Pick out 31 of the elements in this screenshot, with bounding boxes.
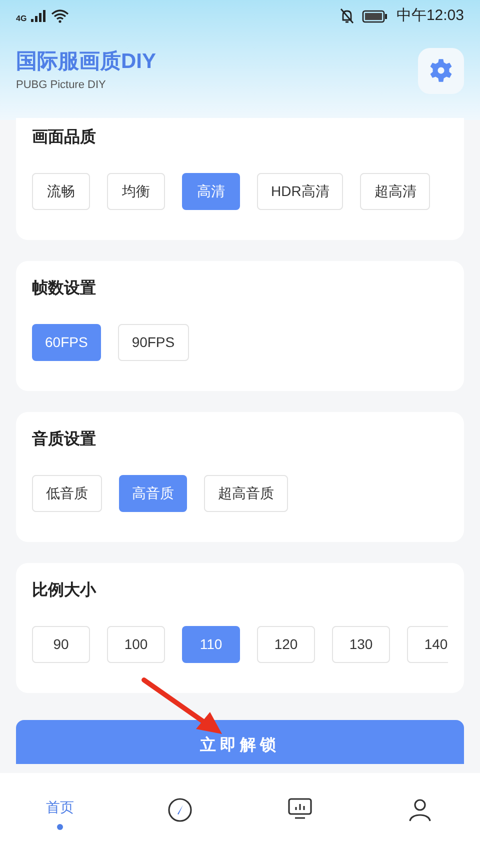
option-chip[interactable]: 超高清 <box>360 173 430 210</box>
settings-icon <box>428 58 454 84</box>
tab-label: 首页 <box>46 798 74 817</box>
compass-icon <box>167 797 193 823</box>
option-chip[interactable]: 140 <box>407 626 448 663</box>
option-chip[interactable]: 130 <box>332 626 390 663</box>
option-chip[interactable]: 90FPS <box>118 324 189 361</box>
monitor-chart-icon <box>287 797 313 821</box>
battery-icon <box>362 10 388 22</box>
settings-button[interactable] <box>418 48 464 94</box>
option-chip[interactable]: 流畅 <box>32 173 90 210</box>
app-title: 国际服画质DIY <box>16 48 156 75</box>
option-chip[interactable]: 均衡 <box>107 173 165 210</box>
option-chip[interactable]: 120 <box>257 626 315 663</box>
user-icon <box>407 797 433 823</box>
option-chip[interactable]: 低音质 <box>32 475 102 512</box>
section-title: 比例大小 <box>32 580 98 601</box>
clock-time: 中午12:03 <box>396 6 464 26</box>
network-type: 4G <box>16 13 27 25</box>
wifi-icon <box>50 9 69 23</box>
section-title: 画面品质 <box>32 127 97 148</box>
signal-icon <box>30 10 47 22</box>
tab-item[interactable]: 首页 <box>0 797 120 830</box>
option-chip[interactable]: 100 <box>107 626 165 663</box>
option-chip[interactable]: 超高音质 <box>204 475 288 512</box>
section-title: 帧数设置 <box>32 278 97 299</box>
bell-off-icon <box>340 8 354 24</box>
option-chip[interactable]: HDR高清 <box>257 173 344 210</box>
section-title: 音质设置 <box>32 429 97 450</box>
app-subtitle: PUBG Picture DIY <box>16 78 107 93</box>
option-chip[interactable]: 90 <box>32 626 90 663</box>
